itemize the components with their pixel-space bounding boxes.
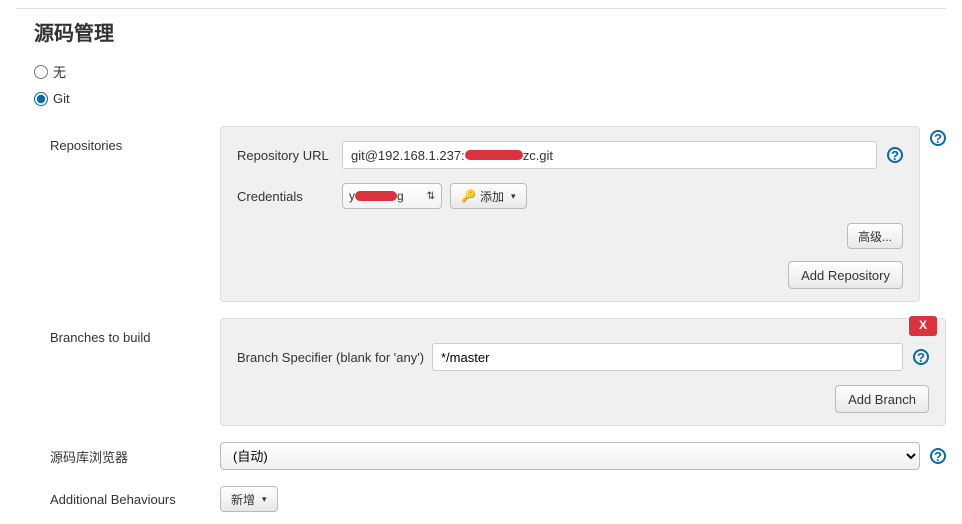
- key-icon: 🔑: [461, 189, 476, 203]
- repo-browser-select[interactable]: (自动): [220, 442, 920, 470]
- branches-row: Branches to build X Branch Specifier (bl…: [50, 318, 946, 426]
- section-title: 源码管理: [16, 8, 946, 60]
- help-icon[interactable]: ?: [887, 147, 903, 163]
- scm-radio-group: 无 Git: [16, 60, 946, 126]
- redacted-icon: [465, 150, 523, 160]
- branches-label: Branches to build: [50, 318, 220, 345]
- additional-label: Additional Behaviours: [50, 492, 220, 507]
- add-branch-button[interactable]: Add Branch: [835, 385, 929, 413]
- branch-specifier-label: Branch Specifier (blank for 'any'): [237, 350, 432, 365]
- add-behaviour-label: 新增: [231, 491, 255, 508]
- repositories-label: Repositories: [50, 126, 220, 153]
- help-icon[interactable]: ?: [930, 448, 946, 464]
- scm-radio-git[interactable]: [34, 92, 48, 106]
- scm-radio-none[interactable]: [34, 65, 48, 79]
- credentials-label: Credentials: [237, 189, 342, 204]
- scm-option-git[interactable]: Git: [34, 91, 928, 106]
- repo-url-suffix: zc.git: [523, 148, 553, 163]
- scm-none-label: 无: [53, 62, 66, 81]
- advanced-button[interactable]: 高级...: [847, 223, 903, 249]
- chevron-down-icon: ▾: [262, 494, 267, 505]
- repo-url-input[interactable]: git@192.168.1.237: zc.git: [342, 141, 877, 169]
- help-icon[interactable]: ?: [913, 349, 929, 365]
- scm-option-none[interactable]: 无: [34, 62, 928, 81]
- repositories-row: Repositories Repository URL git@192.168.…: [50, 126, 946, 302]
- repo-url-prefix: git@192.168.1.237:: [351, 148, 465, 163]
- branch-specifier-input[interactable]: [432, 343, 903, 371]
- delete-branch-button[interactable]: X: [909, 316, 937, 336]
- repo-url-label: Repository URL: [237, 148, 342, 163]
- cred-suffix: g: [397, 189, 404, 203]
- add-credential-button[interactable]: 🔑 添加 ▾: [450, 183, 527, 209]
- add-behaviour-button[interactable]: 新增 ▾: [220, 486, 278, 512]
- credentials-select[interactable]: yg ⇅: [342, 183, 442, 209]
- help-icon[interactable]: ?: [930, 130, 946, 146]
- branches-panel: X Branch Specifier (blank for 'any') ? A…: [220, 318, 946, 426]
- scm-git-label: Git: [53, 91, 70, 106]
- redacted-icon: [355, 191, 397, 201]
- add-repository-button[interactable]: Add Repository: [788, 261, 903, 289]
- chevron-down-icon: ▾: [511, 191, 516, 202]
- additional-row: Additional Behaviours 新增 ▾: [50, 486, 946, 512]
- repositories-panel: Repository URL git@192.168.1.237:zc.git …: [220, 126, 920, 302]
- add-credential-label: 添加: [480, 188, 504, 205]
- repo-browser-label: 源码库浏览器: [50, 447, 220, 466]
- repo-browser-row: 源码库浏览器 (自动) ?: [50, 442, 946, 470]
